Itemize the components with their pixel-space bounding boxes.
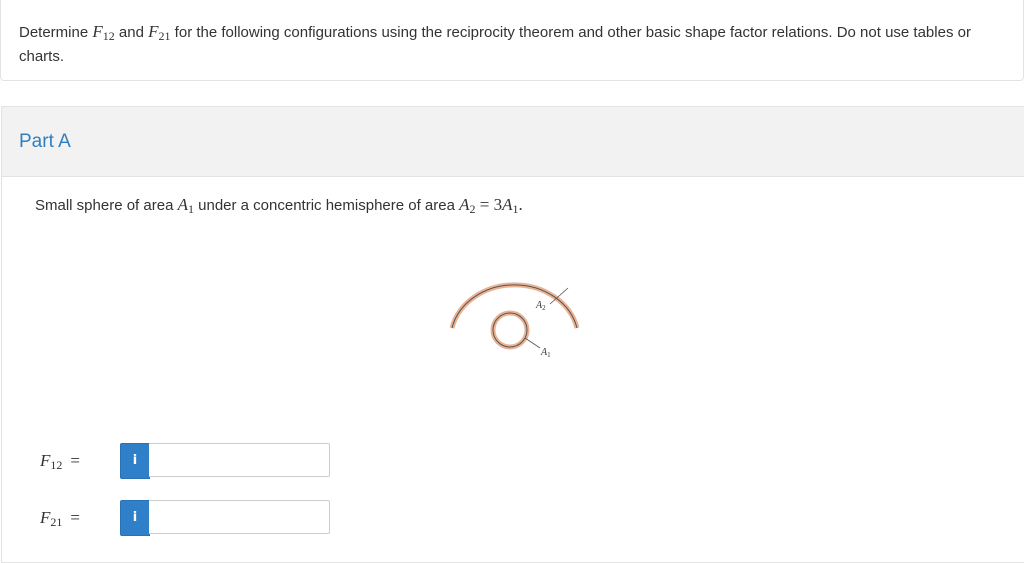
- a1-symbol-repeat: A1: [502, 195, 519, 216]
- f12-answer-input[interactable]: [149, 443, 330, 477]
- question-prefix: Determine: [19, 24, 93, 41]
- f12-equals: =: [70, 451, 80, 470]
- desc-period: .: [518, 195, 523, 214]
- f12-label-symbol: F12: [40, 451, 63, 472]
- a2-subscript: 2: [469, 202, 476, 216]
- f21-answer-input[interactable]: [149, 500, 330, 534]
- a1-symbol: A1: [177, 195, 194, 216]
- a1-repeat-subscript: 1: [512, 202, 519, 216]
- question-text: Determine F12 and F21 for the following …: [19, 20, 1009, 68]
- f21-symbol-letter: F: [148, 22, 159, 41]
- info-icon[interactable]: i: [120, 443, 150, 479]
- f21-answer-label: F21 =: [40, 508, 80, 529]
- question-and: and: [114, 24, 149, 41]
- a2-symbol: A2: [459, 195, 476, 216]
- a2-label: A2: [535, 300, 546, 312]
- f12-subscript: 12: [102, 29, 115, 43]
- part-description: Small sphere of area A1 under a concentr…: [35, 195, 523, 216]
- a1-subscript: 1: [187, 202, 194, 216]
- a1-label: A1: [540, 347, 551, 359]
- answer-row-f21: F21 = i: [40, 500, 340, 536]
- f12-symbol: F12: [92, 22, 115, 43]
- hemisphere-shell: [449, 282, 580, 329]
- f21-label-symbol: F21: [40, 508, 63, 529]
- part-title: Part A: [19, 131, 71, 152]
- info-icon[interactable]: i: [120, 500, 150, 536]
- a1-symbol-letter: A: [177, 195, 188, 214]
- equals-three: = 3: [475, 195, 503, 214]
- f21-symbol: F21: [148, 22, 171, 43]
- f21-equals: =: [70, 508, 80, 527]
- a1-leader-line: [524, 337, 541, 349]
- f21-subscript: 21: [158, 29, 171, 43]
- desc-prefix: Small sphere of area: [35, 197, 178, 214]
- answer-row-f12: F12 = i: [40, 443, 340, 479]
- sphere-hemisphere-figure: A2 A1: [449, 282, 580, 359]
- a2-symbol-letter: A: [459, 195, 470, 214]
- f12-label-subscript: 12: [50, 458, 63, 472]
- part-a-header[interactable]: Part A: [2, 107, 1024, 177]
- part-a-card: Part A Small sphere of area A1 under a c…: [1, 106, 1024, 563]
- f21-label-subscript: 21: [50, 515, 63, 529]
- f21-label-letter: F: [40, 508, 51, 527]
- f12-label-letter: F: [40, 451, 51, 470]
- f12-symbol-letter: F: [92, 22, 103, 41]
- small-sphere-outline: [492, 312, 528, 348]
- hemisphere-outline: [451, 284, 578, 329]
- question-card: Determine F12 and F21 for the following …: [0, 0, 1024, 81]
- f12-answer-label: F12 =: [40, 451, 80, 472]
- desc-middle: under a concentric hemisphere of area: [193, 197, 460, 214]
- a1-repeat-letter: A: [502, 195, 513, 214]
